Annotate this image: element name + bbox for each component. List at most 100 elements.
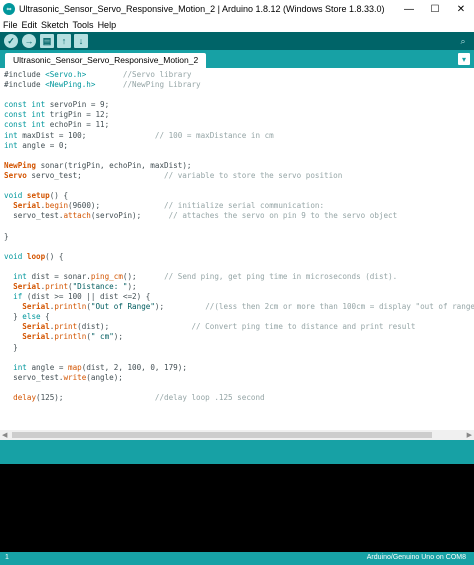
code-line[interactable]: Serial.println(" cm"); xyxy=(4,332,474,342)
code-token: delay xyxy=(13,393,37,402)
code-line[interactable]: void loop() { xyxy=(4,252,474,262)
code-token: servo_test; xyxy=(26,170,165,180)
new-sketch-button[interactable]: ▤ xyxy=(40,34,54,48)
code-line[interactable]: int angle = map(dist, 2, 100, 0, 179); xyxy=(4,363,474,373)
code-token: const int xyxy=(4,110,46,120)
tab-bar: Ultrasonic_Sensor_Servo_Responsive_Motio… xyxy=(0,50,474,68)
code-line[interactable]: const int trigPin = 12; xyxy=(4,110,474,120)
console-output[interactable] xyxy=(0,464,474,552)
board-port-label: Arduino/Genuino Uno on COM8 xyxy=(366,554,466,561)
serial-monitor-button[interactable]: ⌕ xyxy=(456,34,470,48)
code-token: //(less then 2cm or more than 100cm = di… xyxy=(205,302,474,312)
code-token: } xyxy=(4,312,23,322)
close-button[interactable]: ✕ xyxy=(448,0,474,18)
code-token: void xyxy=(4,251,23,261)
horizontal-scrollbar[interactable]: ◀ ▶ xyxy=(0,430,474,440)
upload-button[interactable]: → xyxy=(22,34,36,48)
code-line[interactable]: const int echoPin = 11; xyxy=(4,120,474,130)
code-token: #include xyxy=(4,80,46,90)
code-token: Serial xyxy=(13,281,41,291)
code-line[interactable]: int maxDist = 100; // 100 = maxDistance … xyxy=(4,131,474,141)
code-line[interactable] xyxy=(4,90,474,100)
code-token: " cm" xyxy=(90,332,114,342)
code-line[interactable]: } else { xyxy=(4,312,474,322)
code-line[interactable]: servo_test.write(angle); xyxy=(4,373,474,383)
code-line[interactable]: void setup() { xyxy=(4,191,474,201)
code-token: // attaches the servo on pin 9 to the se… xyxy=(168,211,398,221)
menu-help[interactable]: Help xyxy=(98,20,117,30)
code-token: loop xyxy=(26,251,46,261)
code-token: println xyxy=(54,332,87,342)
save-sketch-button[interactable]: ↓ xyxy=(74,34,88,48)
code-token: void xyxy=(4,191,23,201)
code-line[interactable]: int angle = 0; xyxy=(4,141,474,151)
code-token: // Convert ping time to distance and pri… xyxy=(191,322,416,332)
code-line[interactable]: if (dist >= 100 || dist <=2) { xyxy=(4,292,474,302)
code-token: maxDist = 100; xyxy=(17,130,155,140)
code-line[interactable]: delay(125); //delay loop .125 second xyxy=(4,393,474,403)
code-line[interactable]: Servo servo_test; // variable to store t… xyxy=(4,171,474,181)
code-line[interactable] xyxy=(4,221,474,231)
code-token: #include xyxy=(4,70,46,79)
code-token: } xyxy=(4,231,9,241)
code-line[interactable]: servo_test.attach(servoPin); // attaches… xyxy=(4,211,474,221)
code-line[interactable]: #include <Servo.h> //Servo library xyxy=(4,70,474,80)
code-token: const int xyxy=(4,100,46,110)
code-line[interactable] xyxy=(4,181,474,191)
tab-menu-button[interactable]: ▾ xyxy=(458,53,470,65)
code-line[interactable]: const int servoPin = 9; xyxy=(4,100,474,110)
code-line[interactable] xyxy=(4,383,474,393)
code-line[interactable]: Serial.print(dist); // Convert ping time… xyxy=(4,322,474,332)
code-token: setup xyxy=(26,191,50,201)
code-line[interactable] xyxy=(4,262,474,272)
code-line[interactable]: #include <NewPing.h> //NewPing Library xyxy=(4,80,474,90)
verify-button[interactable]: ✓ xyxy=(4,34,18,48)
window-controls: — ☐ ✕ xyxy=(396,0,474,18)
code-token: //delay loop .125 second xyxy=(154,393,265,402)
code-token: angle = xyxy=(26,362,69,372)
toolbar: ✓ → ▤ ↑ ↓ ⌕ xyxy=(0,32,474,50)
code-text[interactable]: #include <Servo.h> //Servo library #inclu… xyxy=(4,70,474,403)
code-token: Serial xyxy=(22,322,50,332)
code-line[interactable]: int dist = sonar.ping_cm(); // Send ping… xyxy=(4,272,474,282)
code-line[interactable]: } xyxy=(4,343,474,353)
menu-sketch[interactable]: Sketch xyxy=(41,20,69,30)
code-line[interactable]: NewPing sonar(trigPin, echoPin, maxDist)… xyxy=(4,161,474,171)
code-line[interactable] xyxy=(4,242,474,252)
code-token: ); xyxy=(127,281,137,291)
scroll-right-icon[interactable]: ▶ xyxy=(467,431,472,439)
maximize-button[interactable]: ☐ xyxy=(422,0,448,18)
code-token: // 100 = maxDistance in cm xyxy=(154,130,274,140)
menu-edit[interactable]: Edit xyxy=(22,20,38,30)
code-token: () { xyxy=(45,251,64,261)
code-token: Serial xyxy=(22,302,50,312)
menu-tools[interactable]: Tools xyxy=(73,20,94,30)
code-token: map xyxy=(68,362,82,372)
code-line[interactable]: Serial.begin(9600); // initialize serial… xyxy=(4,201,474,211)
code-token: (dist >= 100 || dist <=2) { xyxy=(22,292,151,302)
code-editor[interactable]: #include <Servo.h> //Servo library #inclu… xyxy=(0,68,474,430)
code-token: (9600); xyxy=(68,201,165,211)
code-token: print xyxy=(45,281,69,291)
message-area xyxy=(0,440,474,464)
code-token: write xyxy=(63,372,87,382)
menu-file[interactable]: File xyxy=(3,20,18,30)
code-line[interactable]: } xyxy=(4,232,474,242)
minimize-button[interactable]: — xyxy=(396,0,422,18)
code-token: dist = sonar. xyxy=(26,271,91,281)
code-line[interactable] xyxy=(4,151,474,161)
tab-sketch[interactable]: Ultrasonic_Sensor_Servo_Responsive_Motio… xyxy=(5,53,207,68)
scrollbar-thumb[interactable] xyxy=(12,432,432,438)
open-sketch-button[interactable]: ↑ xyxy=(57,34,71,48)
code-line[interactable]: Serial.println("Out of Range"); //(less … xyxy=(4,302,474,312)
code-line[interactable]: Serial.print("Distance: "); xyxy=(4,282,474,292)
scroll-left-icon[interactable]: ◀ xyxy=(2,431,7,439)
code-token: echoPin = 11; xyxy=(45,120,110,130)
code-token: //Servo library xyxy=(122,70,192,79)
code-token: servo_test. xyxy=(4,211,64,221)
code-line[interactable] xyxy=(4,353,474,363)
code-token: else xyxy=(22,312,41,322)
